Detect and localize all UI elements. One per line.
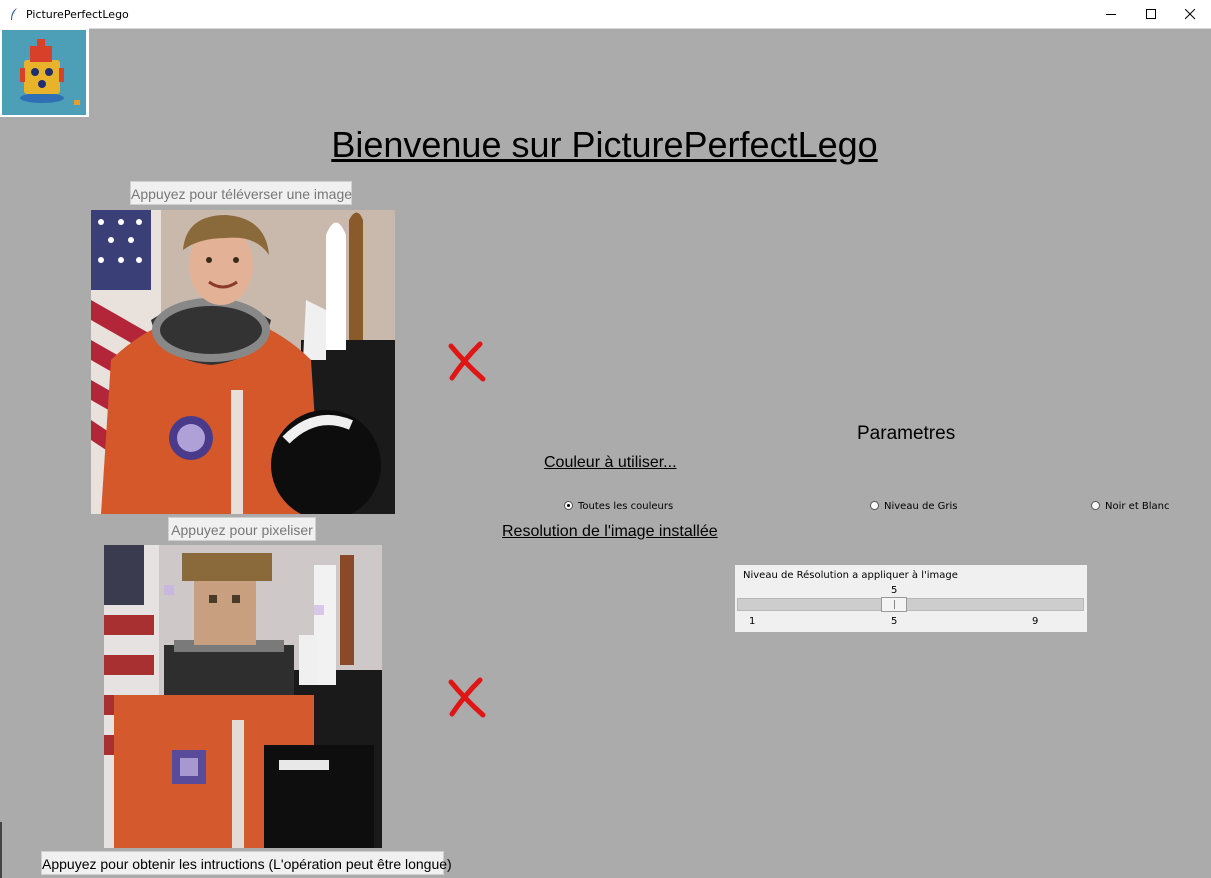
radio-black-white[interactable]: Noir et Blanc <box>1091 501 1170 512</box>
window-edge <box>0 822 2 878</box>
radio-selected-icon <box>564 501 573 510</box>
radio-all-colors[interactable]: Toutes les couleurs <box>564 501 673 512</box>
close-button[interactable] <box>1171 0 1211 28</box>
maximize-icon <box>1146 9 1156 19</box>
minimize-icon <box>1106 14 1116 15</box>
parameters-title: Parametres <box>857 423 956 444</box>
radio-grayscale[interactable]: Niveau de Gris <box>870 501 958 512</box>
slider-tick-mid: 5 <box>891 616 898 627</box>
lego-robot-logo <box>2 30 86 115</box>
window-title: PicturePerfectLego <box>26 8 129 21</box>
radio-unselected-icon <box>1091 501 1100 510</box>
window-titlebar: PicturePerfectLego <box>0 0 1211 29</box>
page-title: Bienvenue sur PicturePerfectLego <box>331 124 878 165</box>
astronaut-photo <box>91 210 395 514</box>
resolution-slider-panel: Niveau de Résolution a appliquer à l'ima… <box>735 565 1087 632</box>
slider-tick-min: 1 <box>749 616 756 627</box>
app-logo <box>0 28 89 117</box>
maximize-button[interactable] <box>1132 0 1172 28</box>
pixelized-image <box>104 545 382 848</box>
close-icon <box>1185 9 1196 20</box>
slider-value: 5 <box>891 585 898 596</box>
pixelize-button[interactable]: Appuyez pour pixeliser <box>168 517 316 541</box>
red-x-icon <box>448 341 486 382</box>
original-image <box>91 210 395 514</box>
slider-trough[interactable] <box>737 598 1084 611</box>
pixelized-astronaut-photo <box>104 545 382 848</box>
resolution-label: Resolution de l'image installée <box>502 523 718 540</box>
red-x-icon <box>448 677 486 718</box>
minimize-button[interactable] <box>1092 0 1132 28</box>
slider-label: Niveau de Résolution a appliquer à l'ima… <box>743 570 958 581</box>
feather-icon <box>11 8 17 20</box>
color-label: Couleur à utiliser... <box>544 454 677 471</box>
radio-unselected-icon <box>870 501 879 510</box>
upload-image-button[interactable]: Appuyez pour téléverser une image <box>130 181 352 205</box>
get-instructions-button[interactable]: Appuyez pour obtenir les intructions (L'… <box>41 851 452 875</box>
slider-handle[interactable] <box>881 597 907 612</box>
slider-tick-max: 9 <box>1032 616 1039 627</box>
